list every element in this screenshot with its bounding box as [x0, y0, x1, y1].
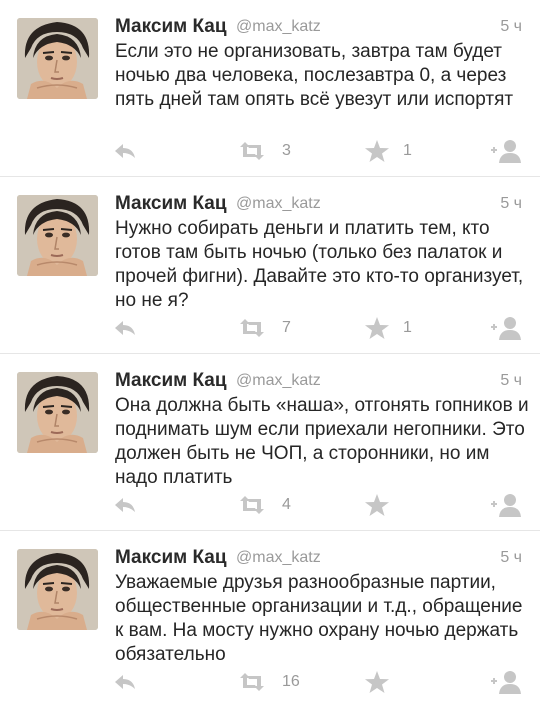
tweet[interactable]: Максим Кац @max_katz 5 ч Если это не орг… [0, 0, 540, 177]
tweet[interactable]: Максим Кац @max_katz 5 ч Нужно собирать … [0, 177, 540, 354]
star-icon [365, 140, 389, 162]
author-handle[interactable]: @max_katz [236, 372, 321, 390]
star-icon [365, 671, 389, 693]
retweet-button[interactable]: 4 [238, 492, 291, 518]
star-icon [365, 317, 389, 339]
retweet-count: 3 [282, 142, 291, 159]
timestamp: 5 ч [500, 549, 522, 566]
reply-icon [115, 498, 135, 512]
add-user-icon [491, 494, 521, 517]
retweet-count: 4 [282, 496, 291, 513]
tweet-actions: 3 1 [0, 138, 540, 164]
favorite-button[interactable] [365, 669, 403, 695]
tweet[interactable]: Максим Кац @max_katz 5 ч Уважаемые друзь… [0, 531, 540, 708]
tweet-text: Если это не организовать, завтра там буд… [115, 41, 514, 110]
avatar-portrait [17, 549, 98, 630]
avatar-portrait [17, 18, 98, 99]
author-name[interactable]: Максим Кац [115, 16, 227, 38]
author-name[interactable]: Максим Кац [115, 370, 227, 392]
retweet-icon [240, 673, 264, 691]
favorite-count: 1 [403, 142, 412, 159]
retweet-count: 7 [282, 319, 291, 336]
reply-icon [115, 321, 135, 335]
add-user-icon [491, 140, 521, 163]
add-user-icon [491, 317, 521, 340]
avatar-portrait [17, 372, 98, 453]
avatar[interactable] [17, 372, 98, 453]
star-icon [365, 494, 389, 516]
tweet-text: Она должна быть «наша», отгонять гопнико… [115, 395, 529, 488]
tweet[interactable]: Максим Кац @max_katz 5 ч Она должна быть… [0, 354, 540, 531]
reply-button[interactable] [114, 315, 136, 341]
avatar-portrait [17, 195, 98, 276]
avatar[interactable] [17, 549, 98, 630]
retweet-button[interactable]: 16 [238, 669, 300, 695]
author-name[interactable]: Максим Кац [115, 193, 227, 215]
retweet-count: 16 [282, 673, 300, 690]
follow-button[interactable] [489, 669, 523, 695]
timestamp: 5 ч [500, 195, 522, 212]
reply-icon [115, 675, 135, 689]
reply-button[interactable] [114, 669, 136, 695]
author-handle[interactable]: @max_katz [236, 549, 321, 567]
retweet-icon [240, 496, 264, 514]
tweet-text: Нужно собирать деньги и платить тем, кто… [115, 218, 524, 311]
retweet-button[interactable]: 7 [238, 315, 291, 341]
tweet-actions: 4 [0, 492, 540, 518]
tweet-actions: 16 [0, 669, 540, 695]
follow-button[interactable] [489, 492, 523, 518]
favorite-button[interactable]: 1 [365, 138, 412, 164]
retweet-button[interactable]: 3 [238, 138, 291, 164]
favorite-button[interactable]: 1 [365, 315, 412, 341]
avatar[interactable] [17, 18, 98, 99]
follow-button[interactable] [489, 138, 523, 164]
timestamp: 5 ч [500, 372, 522, 389]
timestamp: 5 ч [500, 18, 522, 35]
author-handle[interactable]: @max_katz [236, 195, 321, 213]
reply-button[interactable] [114, 138, 136, 164]
favorite-button[interactable] [365, 492, 403, 518]
reply-icon [115, 144, 135, 158]
author-name[interactable]: Максим Кац [115, 547, 227, 569]
tweet-text: Уважаемые друзья разнообразные партии, о… [115, 572, 523, 665]
tweet-actions: 7 1 [0, 315, 540, 341]
retweet-icon [240, 142, 264, 160]
add-user-icon [491, 671, 521, 694]
favorite-count: 1 [403, 319, 412, 336]
retweet-icon [240, 319, 264, 337]
author-handle[interactable]: @max_katz [236, 18, 321, 36]
follow-button[interactable] [489, 315, 523, 341]
reply-button[interactable] [114, 492, 136, 518]
avatar[interactable] [17, 195, 98, 276]
